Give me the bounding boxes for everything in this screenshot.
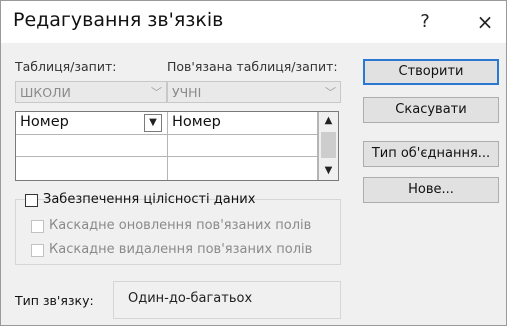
cascade-delete-checkbox[interactable] xyxy=(31,244,44,257)
field-mapping-grid: Номер ▼ Номер ▲ ▼ xyxy=(15,111,339,181)
chevron-down-icon[interactable]: ▼ xyxy=(319,162,338,180)
grid-cell-text: Номер xyxy=(172,114,221,130)
grid-cell-right[interactable] xyxy=(168,157,318,180)
create-button[interactable]: Створити xyxy=(363,59,499,85)
chevron-down-icon: ﹀ xyxy=(151,86,162,99)
scrollbar-thumb[interactable] xyxy=(321,132,336,158)
dialog-title: Редагування зв'язків xyxy=(13,9,224,31)
table-query-label: Таблиця/запит: xyxy=(15,59,117,74)
chevron-down-icon: ﹀ xyxy=(325,86,336,99)
related-table-query-label: Пов'язана таблиця/запит: xyxy=(167,59,338,74)
table-select[interactable]: ШКОЛИ ﹀ xyxy=(15,81,167,103)
relationship-type-label: Тип зв'язку: xyxy=(15,293,94,308)
chevron-down-icon[interactable]: ▼ xyxy=(144,114,162,132)
grid-cell-text: Номер xyxy=(20,114,69,130)
grid-cell-right[interactable]: Номер xyxy=(168,112,318,135)
edit-relationships-dialog: Редагування зв'язків ? × Таблиця/запит: … xyxy=(0,0,507,326)
relationship-type-value: Один-до-багатьох xyxy=(128,291,253,306)
title-bar: Редагування зв'язків ? × xyxy=(1,1,506,43)
grid-cell-left[interactable] xyxy=(16,157,168,180)
enforce-integrity-label: Забезпечення цілісності даних xyxy=(43,192,256,207)
join-type-button[interactable]: Тип об'єднання... xyxy=(363,141,499,167)
close-button[interactable]: × xyxy=(469,9,501,35)
chevron-up-icon[interactable]: ▲ xyxy=(319,112,338,130)
cascade-delete-label: Каскадне видалення пов'язаних полів xyxy=(49,242,313,257)
grid-cell-left[interactable]: Номер ▼ xyxy=(16,112,168,135)
relationship-type-box: Один-до-багатьох xyxy=(113,281,341,319)
grid-scrollbar[interactable]: ▲ ▼ xyxy=(318,112,338,180)
help-button[interactable]: ? xyxy=(411,9,439,35)
grid-cell-right[interactable] xyxy=(168,135,318,157)
related-table-select-value: УЧНІ xyxy=(172,85,202,100)
cascade-update-label: Каскадне оновлення пов'язаних полів xyxy=(49,218,312,233)
enforce-integrity-checkbox[interactable] xyxy=(25,194,38,207)
create-new-button[interactable]: Нове... xyxy=(363,177,499,203)
grid-cell-left[interactable] xyxy=(16,135,168,157)
table-select-value: ШКОЛИ xyxy=(20,85,71,100)
cascade-update-checkbox[interactable] xyxy=(31,220,44,233)
related-table-select[interactable]: УЧНІ ﹀ xyxy=(167,81,341,103)
cancel-button[interactable]: Скасувати xyxy=(363,97,499,123)
